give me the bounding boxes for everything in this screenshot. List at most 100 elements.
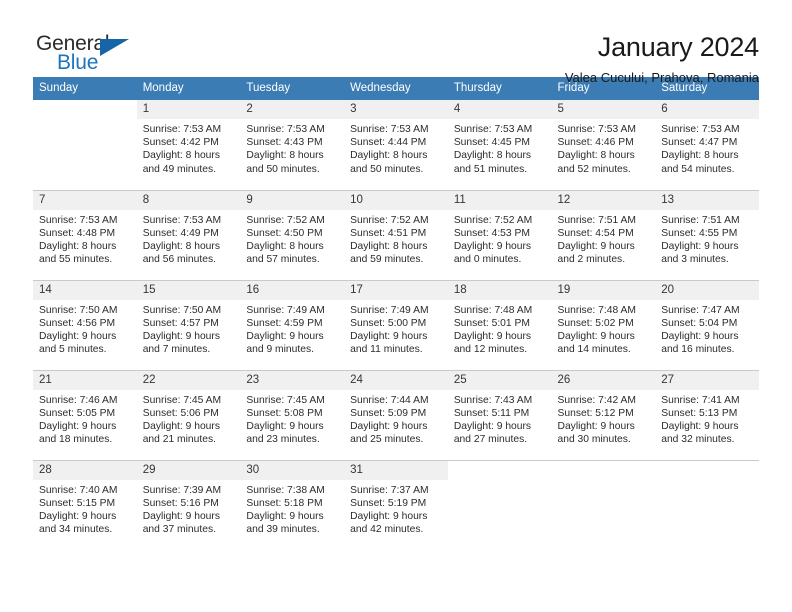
calendar-week-row: 21 Sunrise: 7:46 AM Sunset: 5:05 PM Dayligh…	[33, 369, 759, 460]
daylight-duration-line1: Daylight: 9 hours	[39, 420, 117, 432]
daylight-duration-line1: Daylight: 9 hours	[557, 420, 635, 432]
day-sun-info: Sunrise: 7:37 AM Sunset: 5:19 PM Daylight:…	[344, 480, 448, 537]
sunset-time: Sunset: 5:06 PM	[142, 407, 219, 419]
day-number	[552, 461, 656, 480]
daylight-duration-line1: Daylight: 8 hours	[39, 240, 117, 252]
calendar-cell-day[interactable]: 8 Sunrise: 7:53 AM Sunset: 4:49 PM Daylight…	[136, 189, 241, 280]
sunrise-time: Sunrise: 7:51 AM	[661, 214, 740, 226]
calendar-cell-day[interactable]: 19 Sunrise: 7:48 AM Sunset: 5:02 PM Dayligh…	[551, 279, 656, 370]
day-number: 21	[33, 370, 137, 390]
day-number: 30	[240, 460, 345, 480]
daylight-duration-line2: and 59 minutes.	[350, 254, 424, 266]
sunset-time: Sunset: 4:49 PM	[142, 227, 219, 239]
weekday-header-thursday: Thursday	[447, 77, 552, 100]
calendar-cell-empty	[33, 100, 137, 190]
calendar-cell-day[interactable]: 25 Sunrise: 7:43 AM Sunset: 5:11 PM Dayligh…	[447, 369, 552, 460]
daylight-duration-line1: Daylight: 9 hours	[246, 420, 324, 432]
calendar-cell-day[interactable]: 1 Sunrise: 7:53 AM Sunset: 4:42 PM Daylight…	[136, 100, 241, 190]
day-sun-info: Sunrise: 7:43 AM Sunset: 5:11 PM Daylight:…	[448, 390, 552, 447]
sunset-time: Sunset: 5:08 PM	[246, 407, 323, 419]
calendar-cell-day[interactable]: 5 Sunrise: 7:53 AM Sunset: 4:46 PM Daylight…	[551, 100, 656, 190]
calendar-cell-day[interactable]: 13 Sunrise: 7:51 AM Sunset: 4:55 PM Dayligh…	[655, 189, 759, 280]
triangle-icon	[100, 39, 129, 56]
calendar-week-row: 28 Sunrise: 7:40 AM Sunset: 5:15 PM Dayligh…	[33, 459, 759, 550]
daylight-duration-line2: and 9 minutes.	[246, 344, 314, 356]
calendar-cell-day[interactable]: 2 Sunrise: 7:53 AM Sunset: 4:43 PM Daylight…	[240, 100, 345, 190]
calendar-cell-day[interactable]: 10 Sunrise: 7:52 AM Sunset: 4:51 PM Dayligh…	[344, 189, 448, 280]
day-number: 6	[655, 100, 759, 119]
day-sun-info: Sunrise: 7:53 AM Sunset: 4:48 PM Daylight:…	[33, 210, 137, 267]
calendar-cell-day[interactable]: 31 Sunrise: 7:37 AM Sunset: 5:19 PM Dayligh…	[344, 459, 448, 550]
calendar-cell-day[interactable]: 24 Sunrise: 7:44 AM Sunset: 5:09 PM Dayligh…	[344, 369, 448, 460]
calendar-cell-day[interactable]: 15 Sunrise: 7:50 AM Sunset: 4:57 PM Dayligh…	[136, 279, 241, 370]
sunset-time: Sunset: 4:47 PM	[661, 137, 738, 149]
calendar-cell-day[interactable]: 27 Sunrise: 7:41 AM Sunset: 5:13 PM Dayligh…	[655, 369, 759, 460]
calendar-cell-day[interactable]: 9 Sunrise: 7:52 AM Sunset: 4:50 PM Daylight…	[240, 189, 345, 280]
page-title: January 2024	[597, 32, 759, 62]
sunrise-time: Sunrise: 7:51 AM	[557, 214, 636, 226]
calendar-cell-day[interactable]: 18 Sunrise: 7:48 AM Sunset: 5:01 PM Dayligh…	[447, 279, 552, 370]
day-sun-info: Sunrise: 7:42 AM Sunset: 5:12 PM Daylight:…	[552, 390, 656, 447]
day-number: 13	[655, 190, 759, 210]
sunrise-time: Sunrise: 7:44 AM	[350, 394, 429, 406]
sunrise-time: Sunrise: 7:40 AM	[39, 484, 118, 496]
day-number: 18	[447, 280, 552, 300]
day-number: 26	[551, 370, 656, 390]
daylight-duration-line1: Daylight: 9 hours	[661, 330, 739, 342]
sunset-time: Sunset: 4:56 PM	[39, 317, 116, 329]
calendar-cell-day[interactable]: 29 Sunrise: 7:39 AM Sunset: 5:16 PM Dayligh…	[136, 459, 241, 550]
daylight-duration-line2: and 54 minutes.	[661, 163, 735, 175]
calendar-cell-day[interactable]: 4 Sunrise: 7:53 AM Sunset: 4:45 PM Daylight…	[447, 100, 552, 190]
day-number: 24	[344, 370, 448, 390]
calendar-cell-empty	[655, 459, 759, 550]
sunset-time: Sunset: 5:00 PM	[350, 317, 427, 329]
day-number: 2	[240, 100, 345, 119]
calendar-cell-day[interactable]: 11 Sunrise: 7:52 AM Sunset: 4:53 PM Dayligh…	[447, 189, 552, 280]
calendar-cell-day[interactable]: 23 Sunrise: 7:45 AM Sunset: 5:08 PM Dayligh…	[240, 369, 345, 460]
sunrise-time: Sunrise: 7:53 AM	[453, 124, 533, 135]
sunrise-time: Sunrise: 7:52 AM	[246, 214, 325, 226]
sunset-time: Sunset: 4:43 PM	[246, 137, 323, 149]
calendar-cell-day[interactable]: 21 Sunrise: 7:46 AM Sunset: 5:05 PM Dayligh…	[33, 369, 137, 460]
day-sun-info: Sunrise: 7:48 AM Sunset: 5:02 PM Daylight:…	[552, 300, 656, 357]
brand-logo[interactable]: General Blue	[33, 30, 153, 76]
calendar-cell-day[interactable]: 30 Sunrise: 7:38 AM Sunset: 5:18 PM Dayligh…	[240, 459, 345, 550]
sunrise-time: Sunrise: 7:47 AM	[661, 304, 740, 316]
daylight-duration-line1: Daylight: 8 hours	[142, 240, 220, 252]
calendar-cell-day[interactable]: 12 Sunrise: 7:51 AM Sunset: 4:54 PM Dayligh…	[551, 189, 656, 280]
calendar-cell-day[interactable]: 22 Sunrise: 7:45 AM Sunset: 5:06 PM Dayligh…	[136, 369, 241, 460]
daylight-duration-line2: and 23 minutes.	[246, 434, 320, 446]
sunrise-time: Sunrise: 7:50 AM	[142, 304, 222, 316]
daylight-duration-line2: and 39 minutes.	[246, 524, 320, 536]
sunset-time: Sunset: 4:51 PM	[350, 227, 427, 239]
daylight-duration-line2: and 32 minutes.	[661, 434, 735, 446]
sunset-time: Sunset: 5:19 PM	[350, 497, 427, 509]
day-number	[655, 461, 759, 480]
calendar-cell-day[interactable]: 28 Sunrise: 7:40 AM Sunset: 5:15 PM Dayligh…	[33, 459, 137, 550]
daylight-duration-line1: Daylight: 8 hours	[246, 240, 324, 252]
sunrise-time: Sunrise: 7:52 AM	[453, 214, 533, 226]
calendar-cell-day[interactable]: 26 Sunrise: 7:42 AM Sunset: 5:12 PM Dayligh…	[551, 369, 656, 460]
sunrise-time: Sunrise: 7:52 AM	[350, 214, 429, 226]
calendar-cell-day[interactable]: 14 Sunrise: 7:50 AM Sunset: 4:56 PM Dayligh…	[33, 279, 137, 370]
calendar-cell-day[interactable]: 3 Sunrise: 7:53 AM Sunset: 4:44 PM Daylight…	[344, 100, 448, 190]
sunrise-time: Sunrise: 7:41 AM	[661, 394, 740, 406]
sunrise-time: Sunrise: 7:42 AM	[557, 394, 636, 406]
sunset-time: Sunset: 5:13 PM	[661, 407, 738, 419]
day-sun-info: Sunrise: 7:52 AM Sunset: 4:50 PM Daylight:…	[240, 210, 344, 267]
day-number: 29	[136, 460, 241, 480]
calendar-cell-day[interactable]: 17 Sunrise: 7:49 AM Sunset: 5:00 PM Dayligh…	[344, 279, 448, 370]
day-sun-info: Sunrise: 7:39 AM Sunset: 5:16 PM Daylight:…	[137, 480, 241, 537]
daylight-duration-line2: and 57 minutes.	[246, 254, 320, 266]
calendar-cell-day[interactable]: 7 Sunrise: 7:53 AM Sunset: 4:48 PM Daylight…	[33, 189, 137, 280]
calendar-cell-day[interactable]: 6 Sunrise: 7:53 AM Sunset: 4:47 PM Daylight…	[655, 100, 759, 190]
day-number: 17	[344, 280, 448, 300]
daylight-duration-line2: and 37 minutes.	[142, 524, 216, 536]
day-number: 8	[136, 190, 241, 210]
calendar-cell-day[interactable]: 16 Sunrise: 7:49 AM Sunset: 4:59 PM Dayligh…	[240, 279, 345, 370]
calendar-cell-day[interactable]: 20 Sunrise: 7:47 AM Sunset: 5:04 PM Dayligh…	[655, 279, 759, 370]
day-number	[448, 461, 552, 480]
calendar-body: 1 Sunrise: 7:53 AM Sunset: 4:42 PM Daylight…	[33, 100, 759, 550]
day-sun-info: Sunrise: 7:53 AM Sunset: 4:49 PM Daylight:…	[137, 210, 241, 267]
calendar-table: Sunday Monday Tuesday Wednesday Thursday…	[33, 77, 759, 550]
